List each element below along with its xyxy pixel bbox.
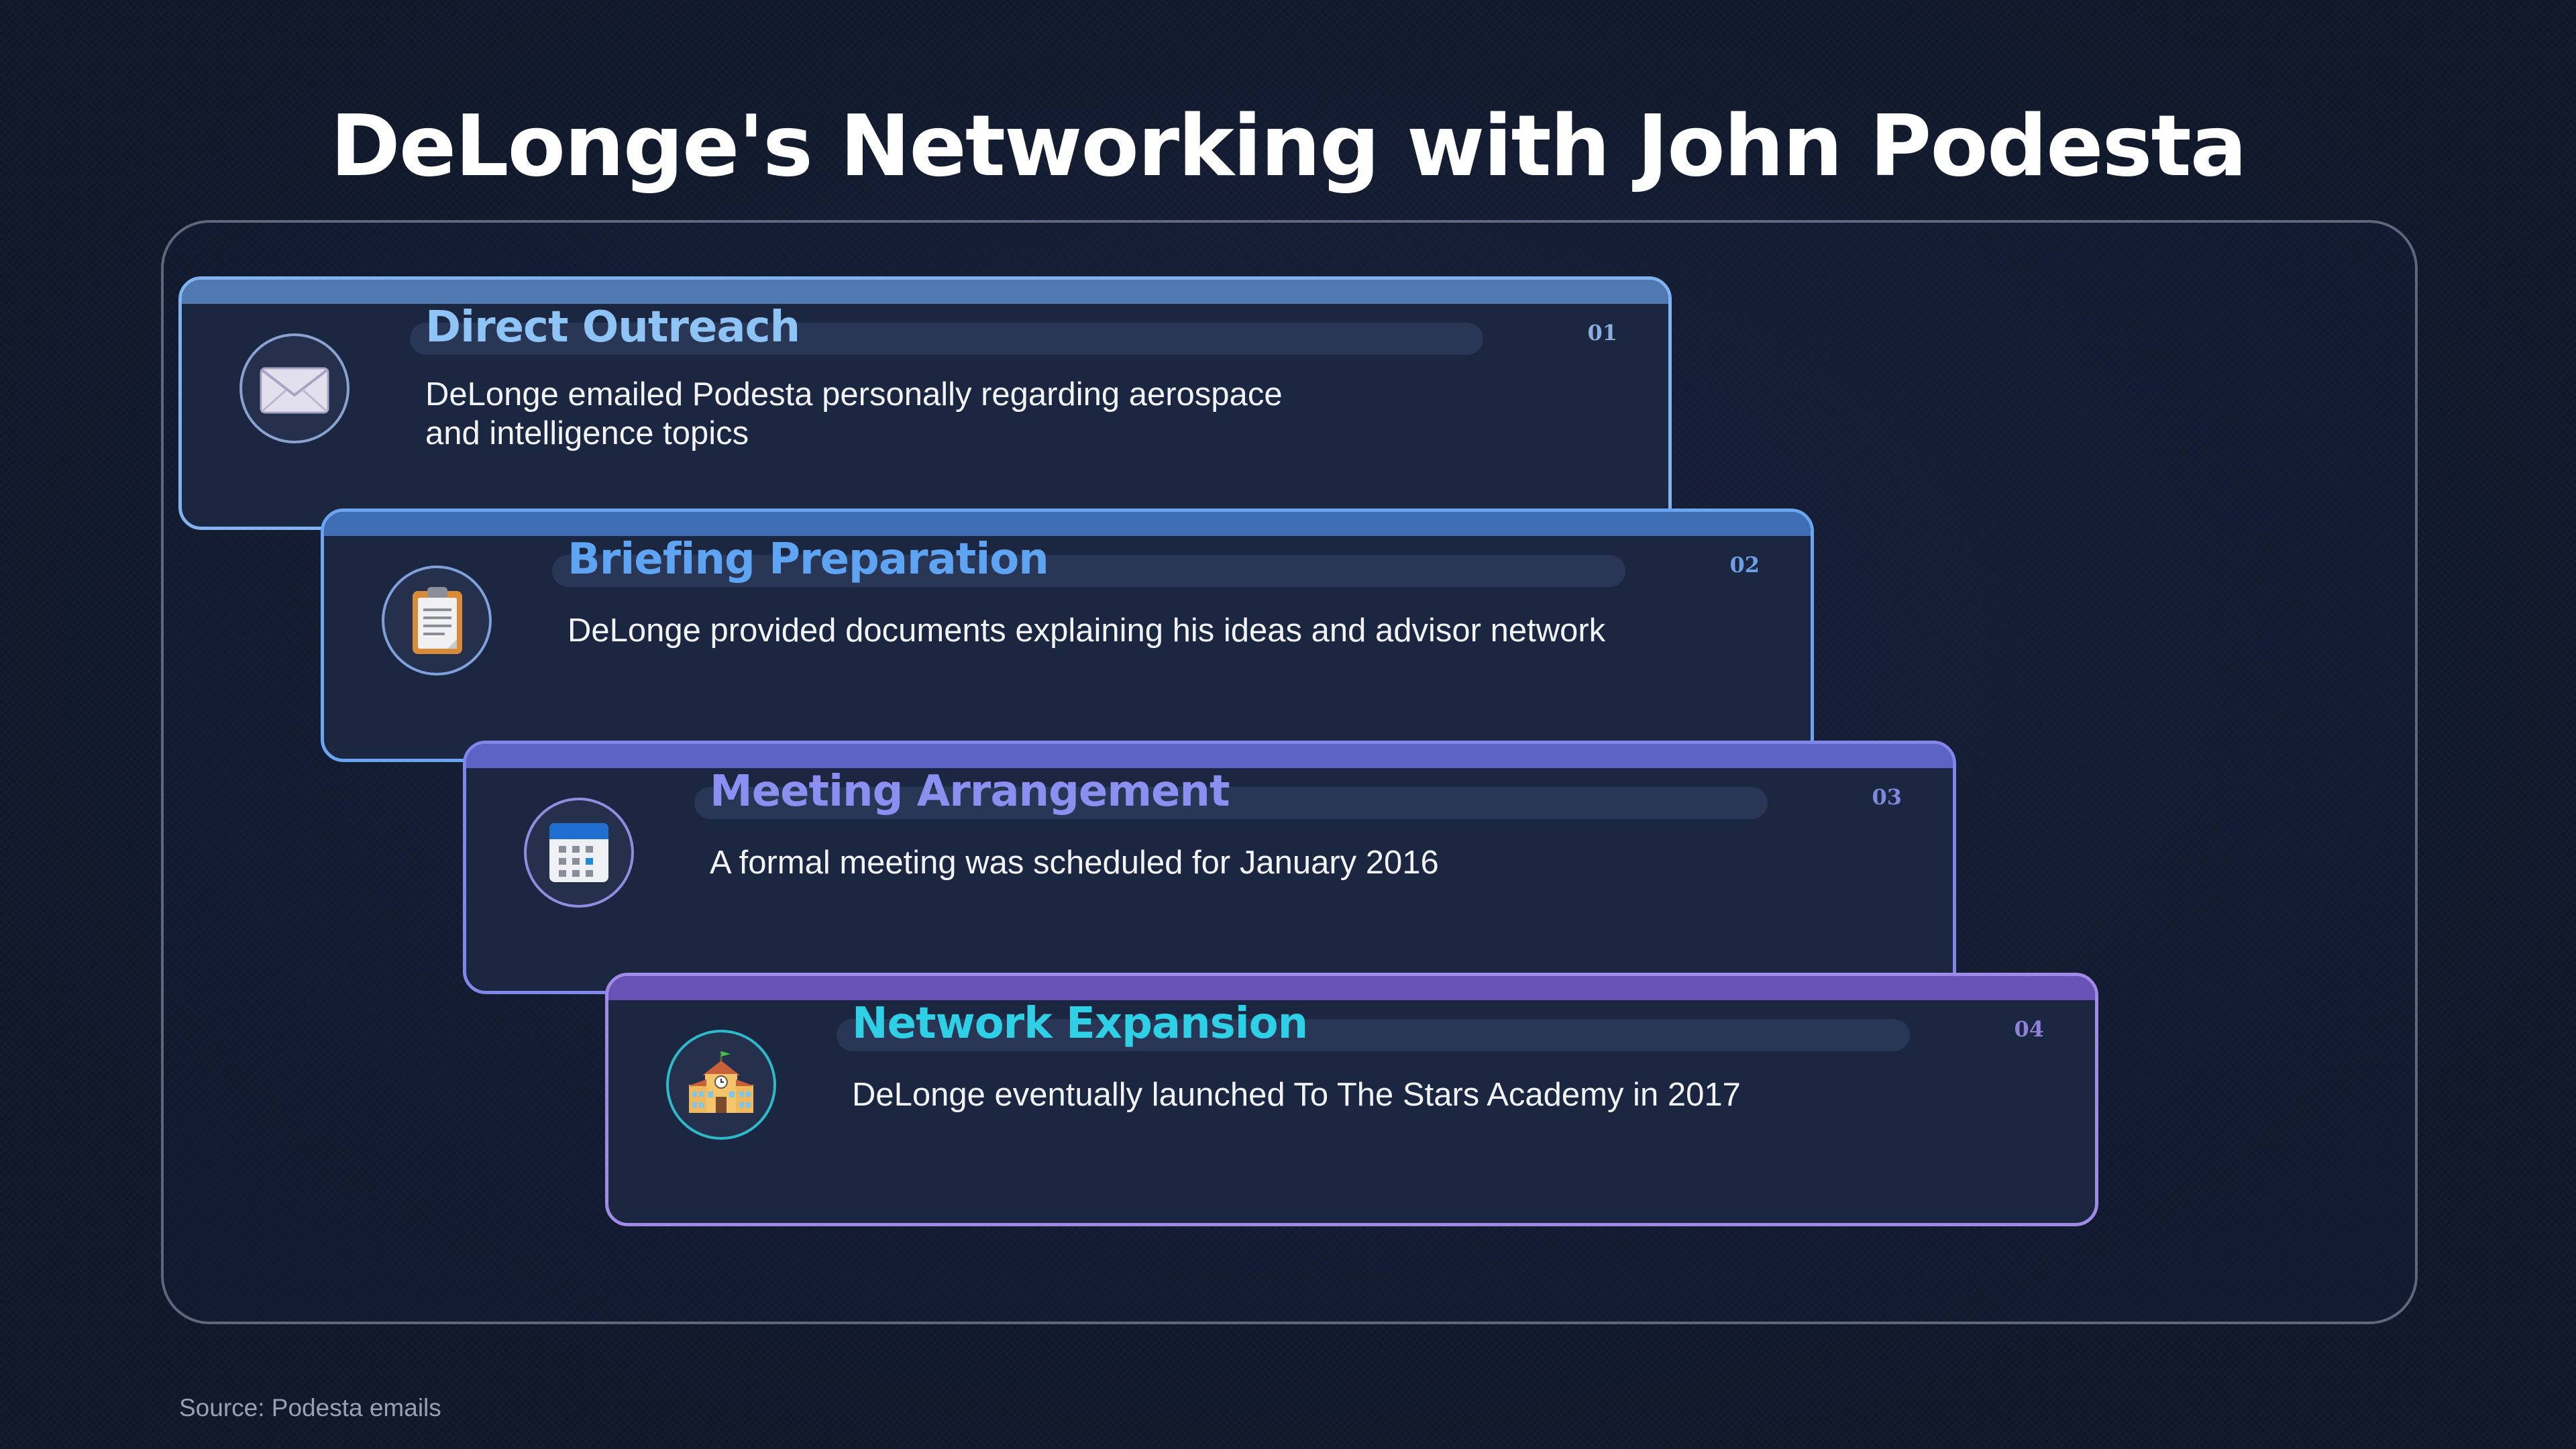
card-top-band xyxy=(182,280,1668,304)
calendar-icon xyxy=(524,798,634,908)
step-heading: Network Expansion xyxy=(852,999,1308,1049)
step-description: DeLonge provided documents explaining hi… xyxy=(568,612,1606,649)
step-card-meeting-arrangement: Meeting Arrangement 03 A formal meeting … xyxy=(463,741,1956,994)
card-top-band xyxy=(324,512,1811,536)
step-heading: Briefing Preparation xyxy=(568,535,1049,584)
card-top-band xyxy=(608,976,2095,1000)
step-card-direct-outreach: Direct Outreach 01 DeLonge emailed Podes… xyxy=(178,276,1672,530)
step-number: 02 xyxy=(1729,552,1760,578)
step-number: 01 xyxy=(1587,320,1617,345)
source-note: Source: Podesta emails xyxy=(179,1394,441,1421)
step-description: DeLonge emailed Podesta personally regar… xyxy=(425,376,1283,451)
step-heading: Meeting Arrangement xyxy=(710,767,1230,816)
step-heading: Direct Outreach xyxy=(425,303,800,352)
step-description: DeLonge eventually launched To The Stars… xyxy=(852,1077,1741,1113)
school-icon xyxy=(666,1030,776,1140)
envelope-icon xyxy=(239,333,350,443)
step-card-network-expansion: Network Expansion 04 DeLonge eventually … xyxy=(605,973,2098,1226)
page-title: DeLonge's Networking with John Podesta xyxy=(330,97,2247,195)
step-description: A formal meeting was scheduled for Janua… xyxy=(710,845,1439,881)
step-card-briefing-preparation: Briefing Preparation 02 DeLonge provided… xyxy=(321,508,1814,762)
step-number: 04 xyxy=(2014,1016,2044,1042)
clipboard-icon xyxy=(382,566,492,676)
step-number: 03 xyxy=(1872,784,1902,810)
